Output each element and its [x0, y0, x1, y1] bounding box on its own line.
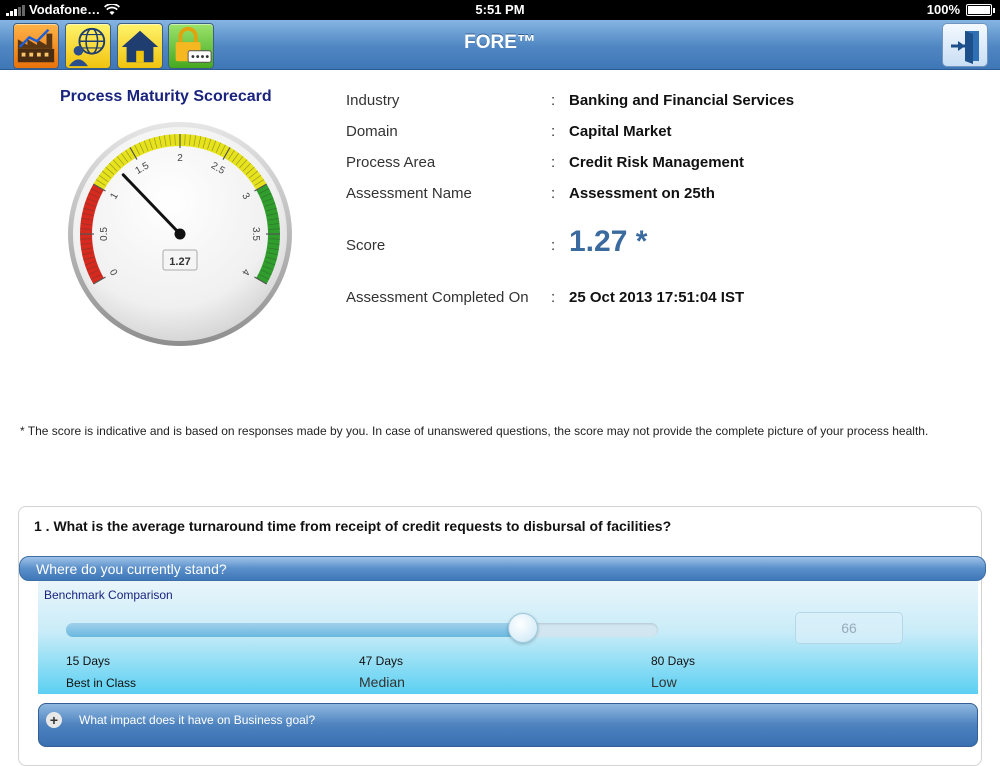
score-value: 1.27 * [569, 225, 648, 258]
business-impact-label: What impact does it have on Business goa… [79, 713, 316, 727]
gauge-tick-label: 0.5 [99, 227, 110, 241]
completed-on-value: 25 Oct 2013 17:51:04 IST [569, 289, 745, 306]
score-label: Score [346, 237, 386, 254]
status-bar: Vodafone… 5:51 PM 100% [0, 0, 1000, 20]
domain-label: Domain [346, 123, 398, 140]
benchmark-median-label: Median [359, 674, 405, 690]
status-time: 5:51 PM [475, 2, 525, 17]
slider-track[interactable] [66, 623, 658, 637]
maturity-gauge: 00.511.522.533.54 1.27 [68, 122, 292, 346]
slider-thumb[interactable] [507, 613, 538, 643]
benchmark-title: Benchmark Comparison [44, 588, 173, 602]
domain-value: Capital Market [569, 123, 672, 140]
colon: : [551, 237, 556, 254]
slider-value-field[interactable]: 66 [795, 612, 903, 644]
current-stand-header[interactable]: Where do you currently stand? [19, 556, 986, 581]
benchmark-low-label: Low [651, 674, 677, 690]
nav-bar: FORE™ [0, 20, 1000, 70]
colon: : [551, 185, 556, 202]
gauge-value-label: 1.27 [169, 256, 190, 268]
score-disclaimer: * The score is indicative and is based o… [20, 424, 929, 438]
gauge-tick-label: 3.5 [250, 227, 261, 241]
assessment-name-label: Assessment Name [346, 185, 472, 202]
exit-door-icon [951, 31, 979, 64]
expand-plus-icon[interactable]: + [46, 712, 62, 728]
colon: : [551, 92, 556, 109]
battery-percent: 100% [926, 2, 960, 17]
benchmark-median-days: 47 Days [359, 654, 404, 668]
exit-button[interactable] [942, 23, 988, 67]
benchmark-low-days: 80 Days [651, 654, 696, 668]
benchmark-best-days: 15 Days [66, 654, 111, 668]
benchmark-panel: Benchmark Comparison 66 15 Days 47 Days … [38, 581, 978, 694]
gauge-tick-label: 2 [177, 153, 183, 164]
industry-label: Industry [346, 92, 400, 109]
process-area-label: Process Area [346, 154, 436, 171]
scorecard-title: Process Maturity Scorecard [60, 88, 272, 105]
battery-icon [966, 3, 995, 16]
assessment-name-value: Assessment on 25th [569, 185, 715, 202]
slider-fill [66, 623, 523, 637]
gauge-hub [174, 228, 186, 240]
colon: : [551, 289, 556, 306]
question-text: 1 . What is the average turnaround time … [34, 518, 672, 534]
app-title: FORE™ [464, 32, 536, 53]
completed-on-label: Assessment Completed On [346, 289, 529, 306]
benchmark-best-label: Best in Class [66, 676, 137, 690]
colon: : [551, 123, 556, 140]
process-area-value: Credit Risk Management [569, 154, 745, 171]
colon: : [551, 154, 556, 171]
industry-value: Banking and Financial Services [569, 92, 795, 109]
business-impact-header[interactable]: + What impact does it have on Business g… [38, 703, 978, 747]
